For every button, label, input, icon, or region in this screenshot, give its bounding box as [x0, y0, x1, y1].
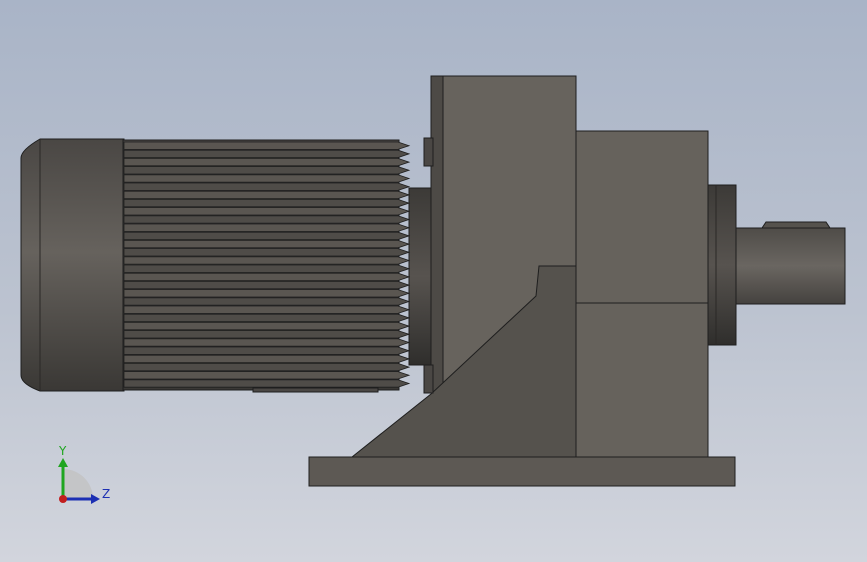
- cooling-fin: [123, 297, 411, 306]
- y-axis-label: Y: [58, 444, 67, 458]
- cooling-fin: [123, 240, 411, 249]
- cooling-fin: [123, 346, 411, 355]
- cooling-fin: [123, 199, 411, 208]
- cooling-fin: [123, 141, 411, 150]
- graphics-viewport[interactable]: Y Z: [0, 0, 867, 562]
- cooling-fin: [123, 289, 411, 298]
- z-axis-label: Z: [102, 487, 110, 501]
- gearmotor-model-view[interactable]: Y Z: [0, 0, 867, 562]
- triad-quadrant: [63, 469, 93, 499]
- base-plate: [308, 456, 736, 487]
- cooling-fin: [123, 322, 411, 331]
- cooling-fin: [123, 215, 411, 224]
- cooling-fin: [123, 313, 411, 322]
- cooling-fins: [123, 141, 411, 388]
- cooling-fin: [123, 166, 411, 175]
- cooling-fin: [123, 264, 411, 273]
- x-axis-dot: [59, 495, 67, 503]
- cooling-fin: [123, 158, 411, 167]
- cooling-fin: [123, 248, 411, 257]
- cooling-fin: [123, 207, 411, 216]
- cooling-fin: [123, 281, 411, 290]
- cooling-fin: [123, 256, 411, 265]
- flange-bolt-top: [423, 137, 434, 167]
- output-collar: [707, 184, 737, 346]
- cooling-fin: [123, 190, 411, 199]
- output-shaft: [735, 227, 846, 305]
- cooling-fin: [123, 231, 411, 240]
- flange-bolt-bottom: [423, 364, 434, 394]
- cooling-fin: [123, 363, 411, 372]
- gearbox-housing-right: [575, 130, 709, 458]
- cooling-fin: [123, 379, 411, 388]
- y-axis-arrow: [58, 458, 68, 467]
- cooling-fin: [123, 149, 411, 158]
- cooling-fin: [123, 338, 411, 347]
- motor-end-cap: [20, 138, 125, 392]
- shaft-key: [761, 221, 831, 229]
- cooling-fin: [123, 272, 411, 281]
- cooling-fin: [123, 182, 411, 191]
- cooling-fin: [123, 354, 411, 363]
- cooling-fin: [123, 174, 411, 183]
- cooling-fin: [123, 330, 411, 339]
- terminal-foot: [252, 387, 379, 393]
- cooling-fin: [123, 223, 411, 232]
- cooling-fin: [123, 371, 411, 380]
- axis-triad: Y Z: [58, 444, 110, 504]
- adapter-ring: [408, 187, 432, 366]
- z-axis-arrow: [91, 494, 100, 504]
- cooling-fin: [123, 305, 411, 314]
- flange-rim: [430, 75, 444, 393]
